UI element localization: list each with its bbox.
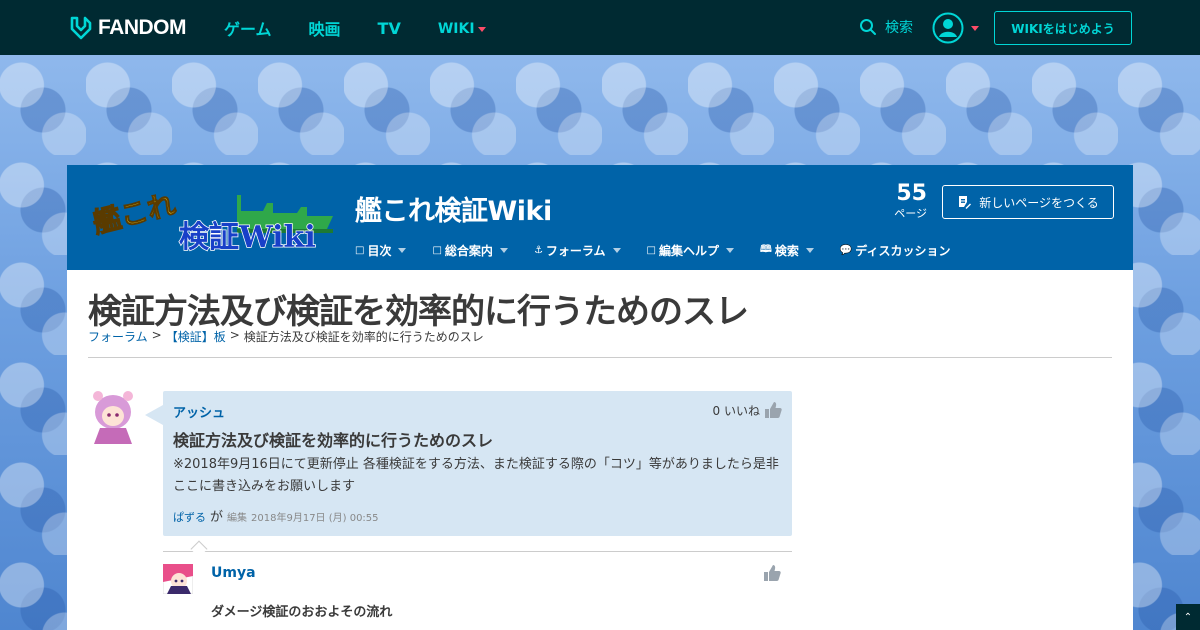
speech-bubble-icon: 💬	[839, 245, 853, 256]
page-count-label: ページ	[894, 207, 927, 220]
anchor-icon: ⚓	[533, 245, 543, 256]
post-timestamp[interactable]: 2018年9月17日 (月) 00:55	[251, 509, 379, 524]
post-author-link[interactable]: アッシュ	[173, 402, 225, 421]
reply-divider	[163, 551, 792, 552]
fandom-logo[interactable]: FANDOM	[68, 14, 187, 41]
wiki-nav-contents-label: 目次	[367, 244, 392, 258]
double-chevron-up-icon: ⌃	[1183, 611, 1193, 623]
editor-suffix: が	[210, 510, 224, 525]
page-count-number: 55	[896, 181, 927, 206]
wiki-nav-discussions-label: ディスカッション	[855, 244, 951, 258]
user-menu[interactable]	[932, 12, 979, 44]
post-title: 検証方法及び検証を効率的に行うためのスレ	[173, 431, 494, 450]
global-search[interactable]: 検索	[859, 17, 913, 37]
square-icon: □	[646, 245, 656, 256]
new-page-button[interactable]: 新しいページをつくる	[942, 185, 1114, 219]
chevron-down-icon	[477, 26, 486, 32]
nav-link-movies[interactable]: 映画	[309, 16, 341, 40]
breadcrumb-board-link[interactable]: 【検証】板	[166, 328, 226, 345]
header-divider	[88, 357, 1112, 358]
reply-like-button[interactable]	[763, 564, 781, 586]
wiki-nav-edit-help-label: 編集ヘルプ	[659, 244, 720, 258]
fandom-wordmark: FANDOM	[98, 15, 187, 39]
breadcrumb-separator: >	[229, 328, 240, 342]
breadcrumb: フォーラム > 【検証】板 > 検証方法及び検証を効率的に行うためのスレ	[88, 328, 484, 345]
square-icon: □	[432, 245, 442, 256]
wiki-nav-edit-help[interactable]: □ 編集ヘルプ	[646, 242, 735, 259]
post-likes[interactable]: 0 いいね	[713, 401, 782, 419]
page-count: 55 ページ	[887, 181, 927, 221]
nav-link-tv[interactable]: TV	[378, 16, 401, 40]
breadcrumb-forum-link[interactable]: フォーラム	[88, 328, 148, 345]
reply-notch	[190, 540, 208, 558]
chevron-down-icon	[612, 248, 621, 253]
nav-link-wiki-label: WIKI	[437, 21, 475, 37]
breadcrumb-current: 検証方法及び検証を効率的に行うためのスレ	[243, 330, 484, 344]
back-to-top-button[interactable]: ⌃	[1176, 604, 1200, 630]
fandom-heart-icon	[70, 16, 92, 39]
page-edit-icon	[959, 196, 972, 209]
global-nav-links: ゲーム 映画 TV WIKI	[224, 16, 523, 40]
chevron-down-icon	[726, 248, 735, 253]
wiki-nav-guide[interactable]: □ 総合案内	[432, 242, 508, 259]
post-body: ※2018年9月16日にて更新停止 各種検証をする方法、また検証する際の「コツ」…	[173, 457, 779, 494]
thumbs-up-icon	[764, 565, 781, 581]
chevron-down-icon	[499, 248, 508, 253]
start-wiki-button[interactable]: WIKIをはじめよう	[994, 11, 1132, 45]
wiki-nav-discussions[interactable]: 💬 ディスカッション	[840, 242, 951, 259]
user-avatar-icon	[932, 12, 964, 44]
avatar[interactable]	[88, 388, 138, 444]
page-title: 検証方法及び検証を効率的に行うためのスレ	[88, 292, 749, 332]
wiki-logo[interactable]: 艦これ 検証Wiki	[87, 183, 337, 253]
new-page-label: 新しいページをつくる	[979, 195, 1099, 210]
avatar[interactable]	[163, 564, 193, 594]
search-label: 検索	[885, 20, 913, 36]
svg-text:検証Wiki: 検証Wiki	[179, 220, 316, 253]
wiki-nav-forum-label: フォーラム	[545, 244, 606, 258]
wiki-nav-guide-label: 総合案内	[444, 244, 493, 258]
square-icon: □	[355, 245, 365, 256]
edit-label: 編集	[227, 513, 248, 524]
wiki-local-nav: □ 目次 □ 総合案内 ⚓ フォーラム □ 編集ヘルプ 🕮 検索 💬 ディスカッ…	[355, 242, 976, 259]
chevron-down-icon	[805, 248, 814, 253]
reply-author-link[interactable]: Umya	[211, 565, 256, 581]
post-edit-meta: ぱずる が 編集 2018年9月17日 (月) 00:55	[173, 506, 379, 525]
wiki-nav-search-label: 検索	[774, 244, 799, 258]
search-icon	[860, 19, 876, 35]
wiki-nav-search[interactable]: 🕮 検索	[760, 242, 814, 259]
book-icon: 🕮	[760, 244, 772, 255]
fandom-global-nav: FANDOM ゲーム 映画 TV WIKI 検索 WIKIをはじめよう	[0, 0, 1200, 55]
breadcrumb-separator: >	[151, 328, 162, 342]
page-content: 検証方法及び検証を効率的に行うためのスレ フォーラム > 【検証】板 > 検証方…	[67, 270, 1133, 630]
thumbs-up-icon	[765, 402, 782, 418]
wiki-name[interactable]: 艦これ検証Wiki	[355, 189, 552, 228]
forum-thread-post: アッシュ 0 いいね 検証方法及び検証を効率的に行うためのスレ ※2018年9月…	[145, 391, 792, 536]
wiki-header: 艦これ 検証Wiki 艦これ検証Wiki 55 ページ 新しいページをつくる □…	[67, 165, 1133, 270]
editor-link[interactable]: ぱずる	[173, 509, 206, 525]
wiki-nav-forum[interactable]: ⚓ フォーラム	[534, 242, 621, 259]
reply-body: ダメージ検証のおおよその流れ	[211, 605, 393, 620]
like-count: 0 いいね	[712, 403, 760, 418]
chevron-down-icon	[971, 25, 979, 31]
nav-link-wiki[interactable]: WIKI	[438, 18, 486, 40]
chevron-down-icon	[398, 248, 407, 253]
nav-link-games[interactable]: ゲーム	[224, 16, 272, 40]
wiki-nav-contents[interactable]: □ 目次	[355, 242, 407, 259]
